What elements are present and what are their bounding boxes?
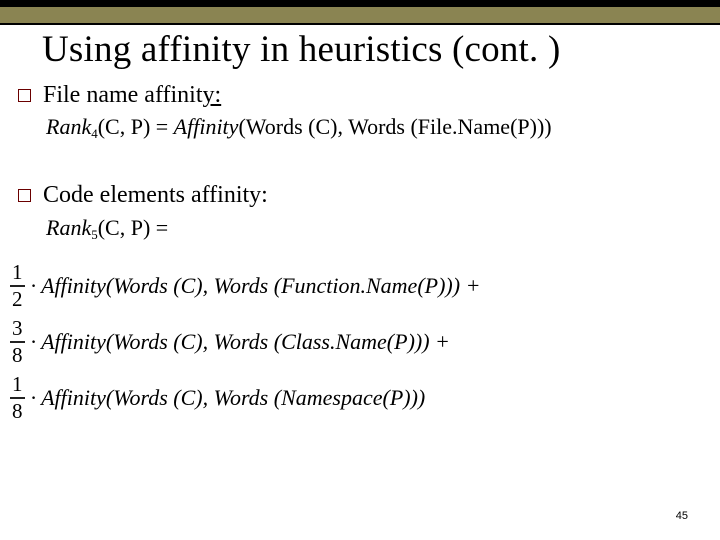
rank4-words-c: (Words (C), Words — [238, 114, 405, 139]
bullet-text: File name affinit — [43, 82, 203, 108]
fraction-denominator: 2 — [10, 287, 25, 310]
fraction-numerator: 3 — [10, 318, 25, 341]
top-black-bar — [0, 0, 720, 7]
page-number: 45 — [676, 510, 688, 522]
term-row-1: 1 2 · Affinity(Words (C), Words (Functio… — [10, 258, 480, 314]
fraction-3-8: 3 8 — [10, 318, 25, 365]
rank4-args: (C, P) = — [98, 114, 174, 139]
term-2-text: · Affinity(Words (C), Words (Class.Name(… — [31, 329, 450, 355]
term-row-3: 1 8 · Affinity(Words (C), Words (Namespa… — [10, 370, 480, 426]
rank4-filename: (File.Name(P)) — [405, 114, 544, 139]
fraction-numerator: 1 — [10, 262, 25, 285]
bullet-square-icon — [18, 89, 31, 102]
bullet-code-elements: Code elements affinity: — [18, 182, 696, 209]
rank4-name: Rank — [46, 114, 91, 139]
term-row-2: 3 8 · Affinity(Words (C), Words (Class.N… — [10, 314, 480, 370]
rank5-args: (C, P) = — [98, 215, 168, 240]
rank4-affinity: Affinity — [174, 114, 239, 139]
fraction-1-2: 1 2 — [10, 262, 25, 309]
slide-title: Using affinity in heuristics (cont. ) — [42, 28, 560, 71]
fraction-1-8: 1 8 — [10, 374, 25, 421]
fraction-numerator: 1 — [10, 374, 25, 397]
bullet-file-name: File name affinity: — [18, 82, 696, 109]
fraction-denominator: 8 — [10, 343, 25, 366]
bullet-text-suffix: y: — [203, 82, 222, 108]
bullet-label: File name affinity: — [43, 82, 221, 109]
slide: Using affinity in heuristics (cont. ) Fi… — [0, 0, 720, 540]
fraction-denominator: 8 — [10, 399, 25, 422]
bullet-label: Code elements affinity: — [43, 182, 268, 209]
rank4-close: ) — [544, 114, 551, 139]
rank5-terms: 1 2 · Affinity(Words (C), Words (Functio… — [10, 258, 480, 426]
rank5-name: Rank — [46, 215, 91, 240]
bullet-square-icon — [18, 189, 31, 202]
title-accent-bar — [0, 7, 720, 25]
term-1-text: · Affinity(Words (C), Words (Function.Na… — [31, 273, 481, 299]
equation-rank5-lhs: Rank5(C, P) = — [46, 215, 168, 243]
equation-rank4: Rank4(C, P) = Affinity(Words (C), Words … — [46, 114, 552, 142]
term-3-text: · Affinity(Words (C), Words (Namespace(P… — [31, 385, 426, 411]
